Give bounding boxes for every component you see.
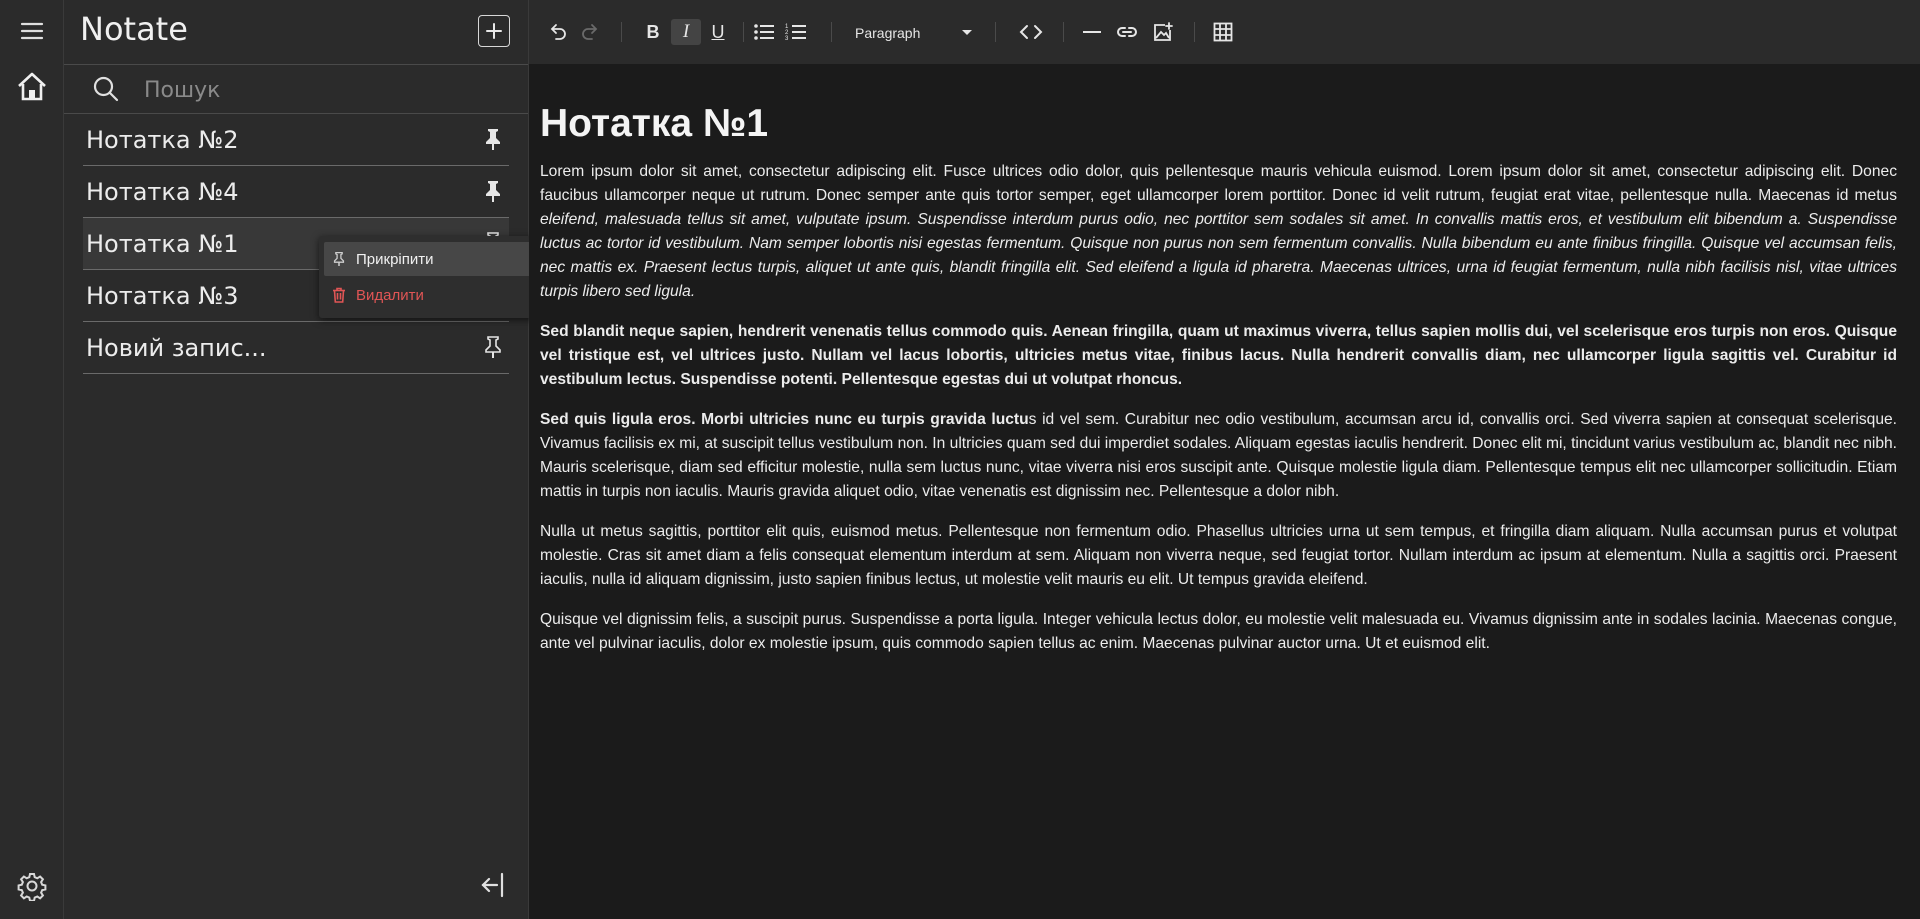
toolbar-divider xyxy=(743,22,744,42)
chevron-down-icon xyxy=(962,30,972,35)
toolbar-divider xyxy=(831,22,832,42)
pin-menu-label: Прикріпити xyxy=(356,250,434,268)
note-item[interactable]: Новий запис... xyxy=(83,322,509,374)
paragraph-text: Nulla ut metus sagittis, porttitor elit … xyxy=(540,523,1897,588)
italic-icon[interactable]: I xyxy=(671,19,701,45)
table-icon[interactable] xyxy=(1210,19,1236,45)
bold-text: Sed quis ligula eros. Morbi ultricies nu… xyxy=(540,411,1029,428)
search-bar xyxy=(64,65,528,114)
paragraph[interactable]: Quisque vel dignissim felis, a suscipit … xyxy=(540,608,1897,656)
bullet-list-icon[interactable] xyxy=(751,19,777,45)
notes-sidebar: Notate Нотатка №2 Нотатка №4 Нотатка №1 xyxy=(64,0,529,919)
note-title: Нотатка №3 xyxy=(86,281,239,310)
paragraph[interactable]: Sed quis ligula eros. Morbi ultricies nu… xyxy=(540,408,1897,504)
sidebar-header: Notate xyxy=(64,0,528,65)
paragraph-text: Quisque vel dignissim felis, a suscipit … xyxy=(540,611,1897,652)
app-title: Notate xyxy=(80,10,188,48)
paragraph[interactable]: Lorem ipsum dolor sit amet, consectetur … xyxy=(540,160,1897,304)
undo-icon[interactable] xyxy=(545,19,571,45)
paragraph-text: Lorem ipsum dolor sit amet, consectetur … xyxy=(540,163,1897,204)
pinned-icon[interactable] xyxy=(482,179,504,203)
new-note-button[interactable] xyxy=(478,15,510,47)
redo-icon[interactable] xyxy=(577,19,603,45)
image-icon[interactable] xyxy=(1150,19,1176,45)
note-title: Новий запис... xyxy=(86,333,267,362)
plus-icon xyxy=(486,23,502,39)
icon-rail xyxy=(0,0,64,919)
block-type-label: Paragraph xyxy=(855,25,921,41)
settings-icon[interactable] xyxy=(14,868,50,904)
pin-outline-icon[interactable] xyxy=(482,335,504,359)
document-title[interactable]: Нотатка №1 xyxy=(540,102,1897,146)
note-item[interactable]: Нотатка №2 xyxy=(83,114,509,166)
delete-menu-item[interactable]: Видалити xyxy=(324,278,532,312)
toolbar-divider xyxy=(621,22,622,42)
pin-menu-item[interactable]: Прикріпити xyxy=(324,242,532,276)
bold-text: Sed blandit neque sapien, hendrerit vene… xyxy=(540,323,1897,388)
code-icon[interactable] xyxy=(1016,19,1046,45)
editor-toolbar: B I U 123 Paragraph xyxy=(529,0,1920,64)
delete-menu-label: Видалити xyxy=(356,286,424,304)
note-title: Нотатка №4 xyxy=(86,177,239,206)
trash-icon xyxy=(332,286,348,304)
note-title: Нотатка №2 xyxy=(86,125,239,154)
pinned-icon[interactable] xyxy=(482,127,504,151)
link-icon[interactable] xyxy=(1114,19,1140,45)
pin-icon xyxy=(332,250,348,268)
underline-icon[interactable]: U xyxy=(705,19,731,45)
note-item[interactable]: Нотатка №4 xyxy=(83,166,509,218)
paragraph[interactable]: Sed blandit neque sapien, hendrerit vene… xyxy=(540,320,1897,392)
menu-icon[interactable] xyxy=(14,13,50,49)
context-menu: Прикріпити Видалити xyxy=(319,236,537,318)
numbered-list-icon[interactable]: 123 xyxy=(783,19,809,45)
block-type-select[interactable]: Paragraph xyxy=(855,22,1005,44)
note-title: Нотатка №1 xyxy=(86,229,239,258)
bold-icon[interactable]: B xyxy=(640,19,666,45)
home-icon[interactable] xyxy=(14,68,50,104)
document[interactable]: Нотатка №1 Lorem ipsum dolor sit amet, c… xyxy=(540,102,1897,672)
search-icon xyxy=(92,75,120,107)
italic-text: eleifend, malesuada tellus sit amet, vul… xyxy=(540,211,1897,300)
editor-area[interactable]: Нотатка №1 Lorem ipsum dolor sit amet, c… xyxy=(529,64,1920,919)
svg-text:3: 3 xyxy=(785,36,789,42)
paragraph[interactable]: Nulla ut metus sagittis, porttitor elit … xyxy=(540,520,1897,592)
collapse-sidebar-icon[interactable] xyxy=(480,870,506,904)
toolbar-divider xyxy=(1063,22,1064,42)
toolbar-divider xyxy=(995,22,996,42)
toolbar-divider xyxy=(1194,22,1195,42)
horizontal-rule-icon[interactable] xyxy=(1079,19,1105,45)
search-input[interactable] xyxy=(142,71,506,109)
